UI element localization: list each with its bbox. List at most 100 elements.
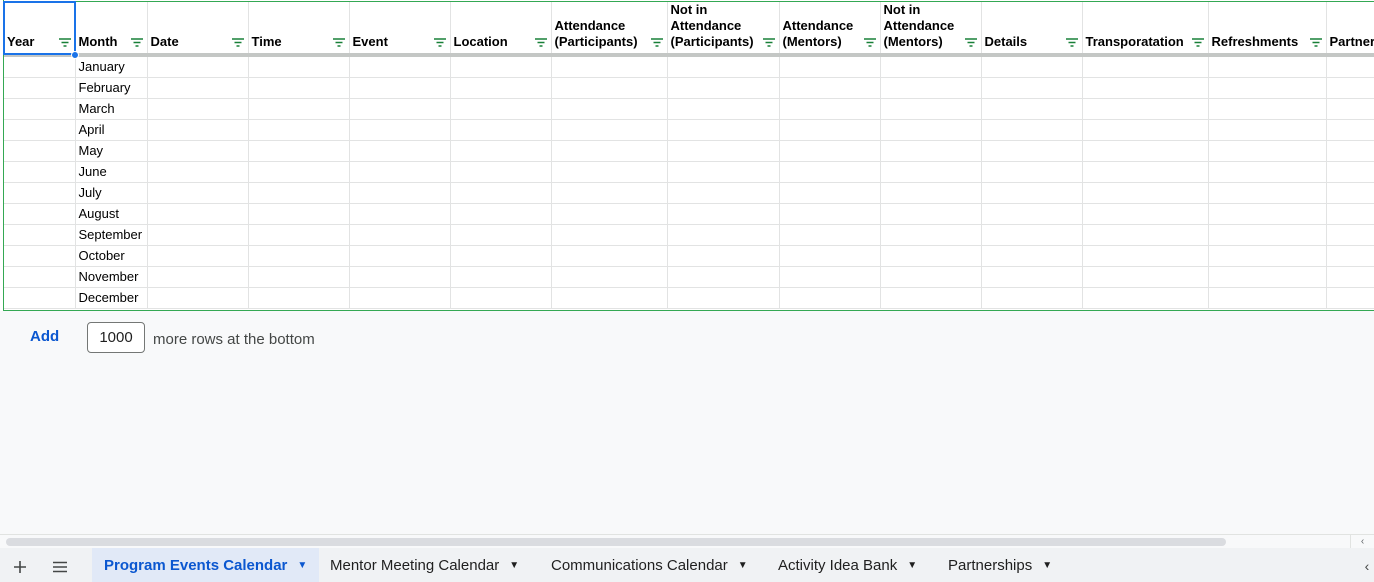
caret-down-icon[interactable]: ▼ [738,560,748,571]
cell[interactable] [667,224,780,246]
cell[interactable] [667,55,780,78]
cell[interactable] [1208,119,1327,141]
caret-down-icon[interactable]: ▼ [509,560,519,571]
cell[interactable] [551,245,668,267]
cell[interactable] [779,119,881,141]
rows-count-input[interactable] [87,322,145,353]
column-header[interactable]: Event [349,2,451,57]
cell[interactable] [1208,224,1327,246]
column-header[interactable]: Partner [1326,2,1374,57]
filter-icon[interactable] [58,38,71,47]
cell[interactable] [4,203,76,225]
filter-icon[interactable] [130,38,143,47]
cell[interactable] [880,140,982,162]
cell[interactable] [1082,245,1209,267]
column-header[interactable]: Location [450,2,552,57]
cell[interactable] [551,119,668,141]
cell[interactable] [667,119,780,141]
cell[interactable] [4,161,76,183]
cell[interactable] [1082,119,1209,141]
cell[interactable] [880,182,982,204]
cell[interactable] [779,161,881,183]
cell[interactable] [349,55,451,78]
cell[interactable] [981,224,1083,246]
plus-icon[interactable] [6,553,34,581]
cell[interactable] [880,266,982,288]
cell[interactable] [551,140,668,162]
column-header[interactable]: Refreshments [1208,2,1327,57]
cell[interactable] [1208,245,1327,267]
column-header[interactable]: Transporatation [1082,2,1209,57]
cell[interactable] [4,98,76,120]
cell[interactable] [1082,287,1209,309]
filter-icon[interactable] [1309,38,1322,47]
cell[interactable] [779,245,881,267]
cell[interactable] [667,245,780,267]
cell[interactable] [1326,224,1374,246]
column-header[interactable]: Month [75,2,148,57]
cell[interactable] [1326,266,1374,288]
cell[interactable] [779,77,881,99]
month-cell[interactable]: January [75,55,148,78]
cell[interactable] [450,140,552,162]
cell[interactable] [981,182,1083,204]
cell[interactable] [147,224,249,246]
cell[interactable] [147,140,249,162]
cell[interactable] [349,224,451,246]
cell[interactable] [1326,203,1374,225]
cell[interactable] [981,140,1083,162]
filter-icon[interactable] [762,38,775,47]
cell[interactable] [450,224,552,246]
cell[interactable] [779,98,881,120]
cell[interactable] [349,182,451,204]
cell[interactable] [248,77,350,99]
cell[interactable] [551,77,668,99]
cell[interactable] [667,266,780,288]
cell[interactable] [880,55,982,78]
cell[interactable] [880,77,982,99]
cell[interactable] [4,77,76,99]
cell[interactable] [1208,140,1327,162]
cell[interactable] [349,161,451,183]
cell[interactable] [880,224,982,246]
scroll-left-icon[interactable]: ‹ [1350,535,1374,549]
cell[interactable] [551,266,668,288]
month-cell[interactable]: April [75,119,148,141]
filter-icon[interactable] [231,38,244,47]
cell[interactable] [667,98,780,120]
month-cell[interactable]: November [75,266,148,288]
cell[interactable] [779,203,881,225]
cell[interactable] [450,77,552,99]
cell[interactable] [1208,161,1327,183]
cell[interactable] [248,266,350,288]
cell[interactable] [147,203,249,225]
month-cell[interactable]: March [75,98,148,120]
cell[interactable] [147,77,249,99]
cell[interactable] [1208,98,1327,120]
cell[interactable] [450,161,552,183]
column-header[interactable]: Not in Attendance (Participants) [667,2,780,57]
cell[interactable] [349,140,451,162]
cell[interactable] [1208,182,1327,204]
cell[interactable] [779,287,881,309]
cell[interactable] [349,119,451,141]
sheet-tab[interactable]: Program Events Calendar ▼ [92,548,320,582]
cell[interactable] [1082,161,1209,183]
cell[interactable] [450,119,552,141]
cell[interactable] [779,224,881,246]
cell[interactable] [880,119,982,141]
horizontal-scrollbar[interactable]: ‹ [0,534,1374,549]
cell[interactable] [147,182,249,204]
cell[interactable] [349,98,451,120]
cell[interactable] [4,266,76,288]
cell[interactable] [4,245,76,267]
cell[interactable] [551,182,668,204]
cell[interactable] [1326,140,1374,162]
filter-icon[interactable] [1191,38,1204,47]
cell[interactable] [450,182,552,204]
cell[interactable] [147,245,249,267]
caret-down-icon[interactable]: ▼ [297,560,307,571]
cell[interactable] [248,119,350,141]
cell[interactable] [1326,182,1374,204]
cell[interactable] [450,287,552,309]
